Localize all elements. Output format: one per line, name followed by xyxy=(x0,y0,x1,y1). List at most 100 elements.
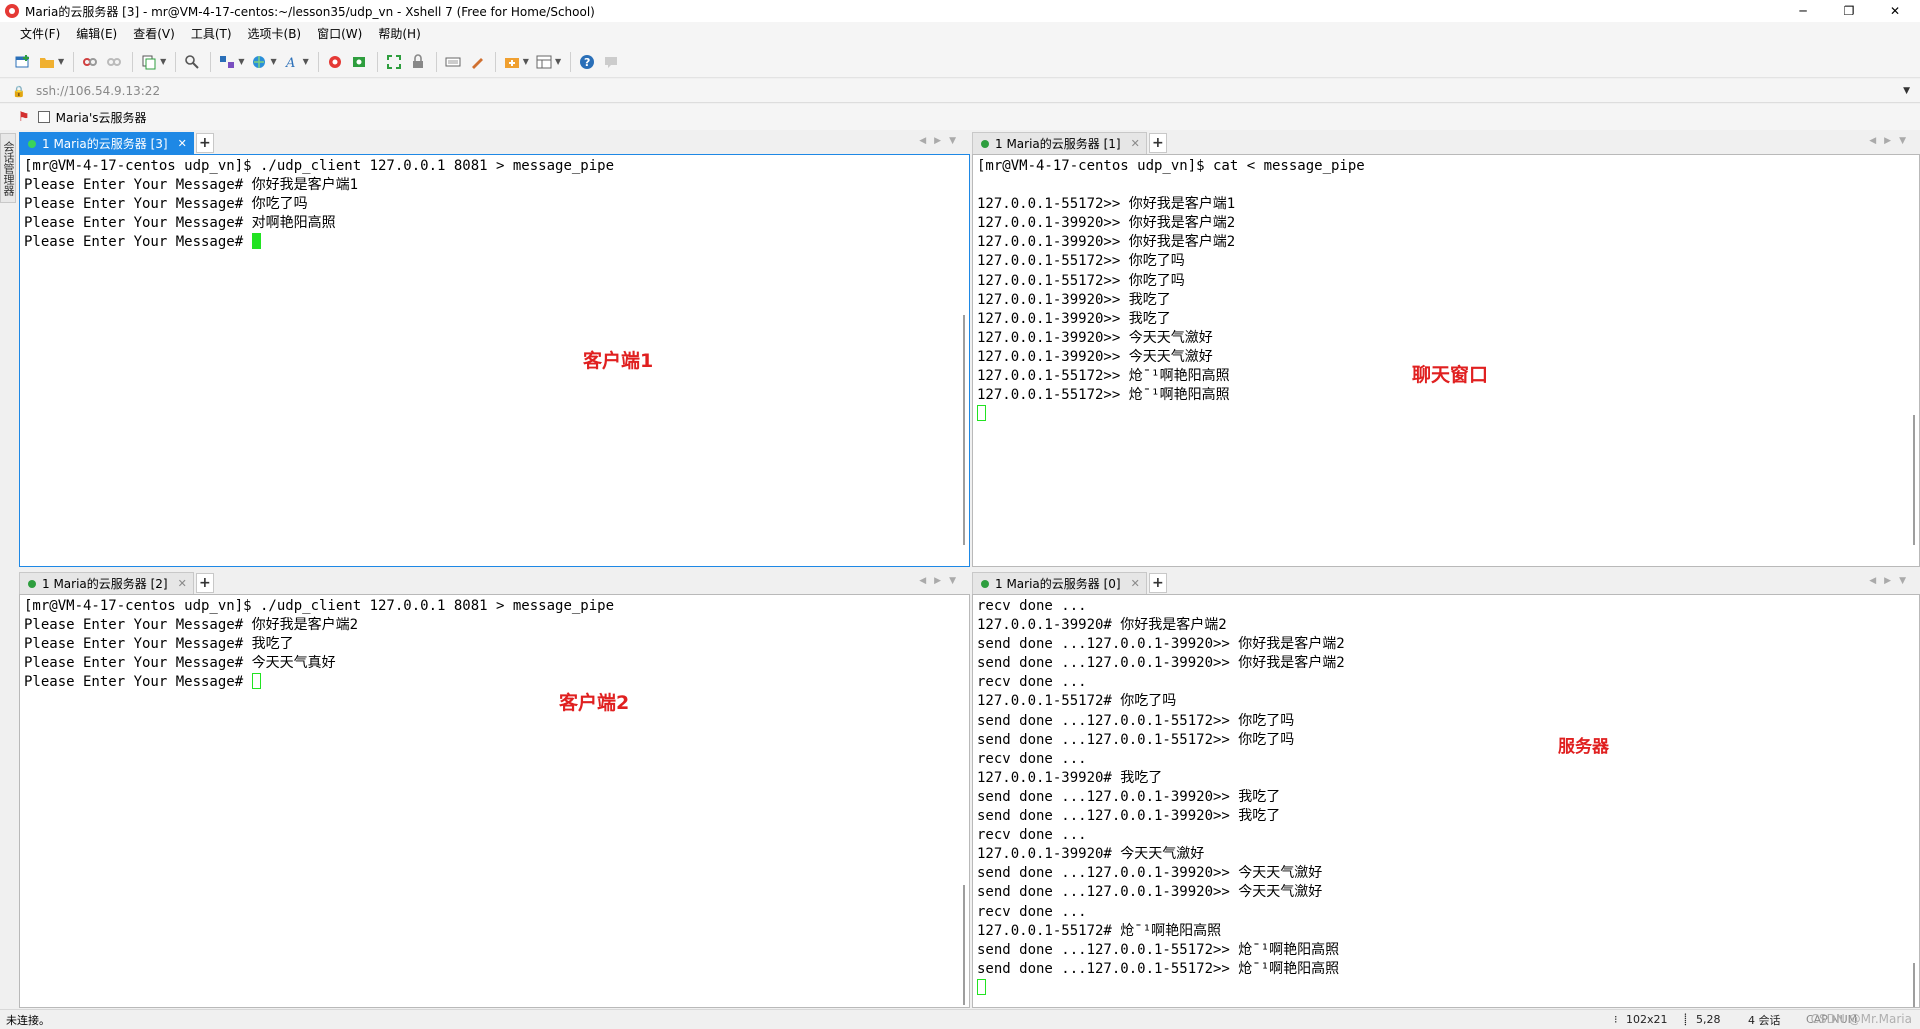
bookmark-flag-icon[interactable]: ⚑ xyxy=(18,110,30,125)
pane-top-right: 1 Maria的云服务器 [1] ✕ + ◀▶▼ [mr@VM-4-17-cen… xyxy=(972,130,1920,567)
terminal-line: [mr@VM-4-17-centos udp_vn]$ cat < messag… xyxy=(977,158,1365,174)
help-icon[interactable]: ? xyxy=(576,51,598,73)
terminal-line: 127.0.0.1-55172>> 你吃了吗 xyxy=(977,272,1185,289)
connected-dot-icon xyxy=(981,579,989,588)
tab-scroll-arrows[interactable]: ◀▶▼ xyxy=(919,136,964,146)
globe-icon[interactable] xyxy=(248,51,270,73)
terminal-line: Please Enter Your Message# 今天天气真好 xyxy=(24,655,336,672)
connected-dot-icon xyxy=(28,139,36,148)
compose-icon[interactable] xyxy=(466,51,488,73)
toolbar-separator xyxy=(570,51,572,72)
connect-icon[interactable] xyxy=(79,51,101,73)
terminal-line: send done ...127.0.0.1-39920>> 我吃了 xyxy=(977,808,1281,825)
scrollbar[interactable] xyxy=(963,885,965,1005)
terminal-line: send done ...127.0.0.1-55172>> 你吃了吗 xyxy=(977,712,1295,729)
tab-strip: 1 Maria的云服务器 [2] ✕ + ◀▶▼ xyxy=(19,570,970,594)
lock-icon[interactable] xyxy=(407,51,429,73)
chevron-down-icon[interactable]: ▼ xyxy=(58,57,64,66)
add-tab-button[interactable]: + xyxy=(1148,573,1167,593)
chevron-down-icon[interactable]: ▼ xyxy=(555,57,561,66)
open-folder-icon[interactable] xyxy=(36,51,58,73)
pane-bottom-right: 1 Maria的云服务器 [0] ✕ + ◀▶▼ recv done ... 1… xyxy=(972,570,1920,1008)
find-icon[interactable] xyxy=(181,51,203,73)
menu-tab[interactable]: 选项卡(B) xyxy=(240,22,310,46)
menu-file[interactable]: 文件(F) xyxy=(12,22,68,46)
toolbar-separator xyxy=(317,51,319,72)
add-tab-button[interactable]: + xyxy=(195,133,214,153)
address-input[interactable]: ssh://106.54.9.13:22 xyxy=(36,84,160,98)
menu-edit[interactable]: 编辑(E) xyxy=(68,22,125,46)
menu-window[interactable]: 窗口(W) xyxy=(309,22,370,46)
title-bar: Maria的云服务器 [3] - mr@VM-4-17-centos:~/les… xyxy=(0,0,1920,22)
toolbar-separator xyxy=(132,51,134,72)
close-icon[interactable]: ✕ xyxy=(178,577,187,590)
chevron-down-icon[interactable]: ▼ xyxy=(160,57,166,66)
session-tab[interactable]: 1 Maria的云服务器 [0] ✕ xyxy=(972,572,1147,594)
toolbar-separator xyxy=(435,51,437,72)
terminal[interactable]: [mr@VM-4-17-centos udp_vn]$ ./udp_client… xyxy=(19,154,970,567)
layout-icon[interactable] xyxy=(533,51,555,73)
svg-text:?: ? xyxy=(584,56,590,69)
terminal-line: Please Enter Your Message# 你好我是客户端1 xyxy=(24,177,359,194)
fullscreen-icon[interactable] xyxy=(383,51,405,73)
terminal-line: 127.0.0.1-55172>> 炝¯¹啊艳阳高照 xyxy=(977,387,1230,404)
bookmark-item[interactable]: Maria's云服务器 xyxy=(37,109,147,126)
new-tab-icon[interactable] xyxy=(501,51,523,73)
session-tab[interactable]: 1 Maria的云服务器 [3] ✕ xyxy=(19,132,194,154)
chevron-down-icon[interactable]: ▼ xyxy=(238,57,244,66)
terminal-line: Please Enter Your Message# xyxy=(24,233,969,252)
toolbar-separator xyxy=(210,51,212,72)
tab-scroll-arrows[interactable]: ◀▶▼ xyxy=(919,576,964,586)
close-icon[interactable]: ✕ xyxy=(1131,577,1140,590)
terminal[interactable]: recv done ... 127.0.0.1-39920# 你好我是客户端2 … xyxy=(972,594,1920,1008)
terminal-line: recv done ... xyxy=(977,750,1087,767)
new-session-icon[interactable] xyxy=(12,51,34,73)
menu-tools[interactable]: 工具(T) xyxy=(183,22,240,46)
chevron-down-icon[interactable]: ▼ xyxy=(270,57,276,66)
add-tab-button[interactable]: + xyxy=(195,573,214,593)
connected-dot-icon xyxy=(28,579,36,588)
close-button[interactable]: ✕ xyxy=(1872,0,1918,22)
tab-scroll-arrows[interactable]: ◀▶▼ xyxy=(1869,576,1914,586)
copy-icon[interactable] xyxy=(138,51,160,73)
session-manager-tab[interactable]: 会话管理器 xyxy=(0,133,16,203)
close-icon[interactable]: ✕ xyxy=(178,137,187,150)
scrollbar[interactable] xyxy=(1913,963,1915,1007)
close-icon[interactable]: ✕ xyxy=(1131,137,1140,150)
pane-bottom-left: 1 Maria的云服务器 [2] ✕ + ◀▶▼ [mr@VM-4-17-cen… xyxy=(19,570,970,1008)
cursor-position: 5,28 xyxy=(1696,1013,1721,1026)
chevron-down-icon[interactable]: ▼ xyxy=(303,57,309,66)
session-tab[interactable]: 1 Maria的云服务器 [2] ✕ xyxy=(19,572,194,594)
session-tab[interactable]: 1 Maria的云服务器 [1] ✕ xyxy=(972,132,1147,154)
terminal-cursor xyxy=(977,405,986,422)
tab-scroll-arrows[interactable]: ◀▶▼ xyxy=(1869,136,1914,146)
scrollbar[interactable] xyxy=(1913,415,1915,545)
menu-help[interactable]: 帮助(H) xyxy=(370,22,428,46)
terminal[interactable]: [mr@VM-4-17-centos udp_vn]$ ./udp_client… xyxy=(19,594,970,1008)
chevron-down-icon[interactable]: ▼ xyxy=(523,57,529,66)
terminal-line: [mr@VM-4-17-centos udp_vn]$ ./udp_client… xyxy=(24,598,615,614)
scrollbar[interactable] xyxy=(963,315,965,545)
tab-strip: 1 Maria的云服务器 [0] ✕ + ◀▶▼ xyxy=(972,570,1920,594)
terminal-line: recv done ... xyxy=(977,598,1087,614)
menu-bar: 文件(F) 编辑(E) 查看(V) 工具(T) 选项卡(B) 窗口(W) 帮助(… xyxy=(0,22,1920,46)
xftp-icon[interactable] xyxy=(324,51,346,73)
terminal-line: send done ...127.0.0.1-55172>> 你吃了吗 xyxy=(977,731,1295,748)
toolbar-separator xyxy=(376,51,378,72)
terminal-line: recv done ... xyxy=(977,827,1087,844)
maximize-button[interactable]: ❐ xyxy=(1826,0,1872,22)
keyboard-icon[interactable] xyxy=(442,51,464,73)
chat-icon[interactable] xyxy=(600,51,622,73)
chevron-down-icon[interactable]: ▼ xyxy=(1903,86,1910,96)
font-icon[interactable]: A xyxy=(281,51,303,73)
add-tab-button[interactable]: + xyxy=(1148,133,1167,153)
disconnect-icon[interactable] xyxy=(103,51,125,73)
transfer-icon[interactable] xyxy=(216,51,238,73)
script-icon[interactable] xyxy=(348,51,370,73)
menu-view[interactable]: 查看(V) xyxy=(125,22,183,46)
terminal-line: send done ...127.0.0.1-55172>> 炝¯¹啊艳阳高照 xyxy=(977,941,1340,958)
terminal-line: 127.0.0.1-39920>> 你好我是客户端2 xyxy=(977,234,1236,251)
annotation-label: 聊天窗口 xyxy=(1412,364,1489,386)
minimize-button[interactable]: ─ xyxy=(1780,0,1826,22)
tab-strip: 1 Maria的云服务器 [1] ✕ + ◀▶▼ xyxy=(972,130,1920,154)
